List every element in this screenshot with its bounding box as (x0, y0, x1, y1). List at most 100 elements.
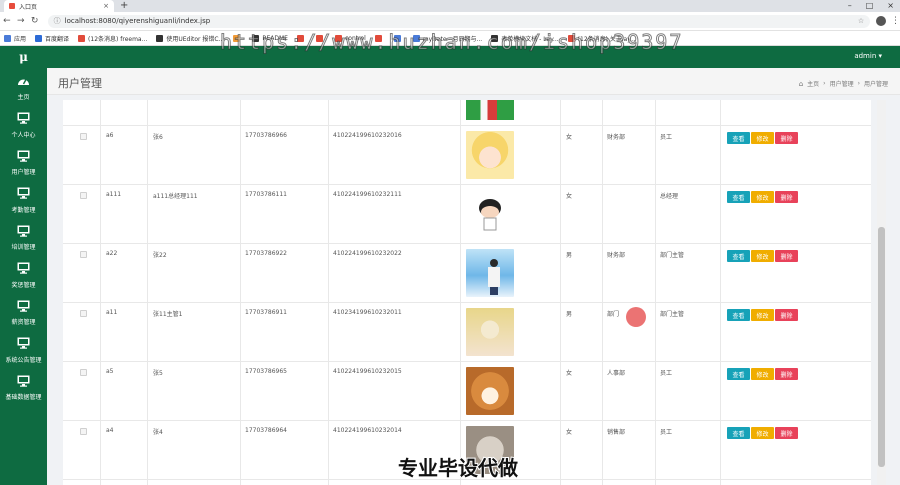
view-button[interactable]: 查看 (727, 309, 750, 321)
edit-button[interactable]: 修改 (751, 191, 774, 203)
url-text: localhost:8080/qiyerenshiguanli/index.js… (64, 17, 211, 25)
column-divider (655, 100, 656, 485)
breadcrumb: ⌂ 主页 › 用户管理 › 用户管理 (798, 79, 888, 89)
view-button[interactable]: 查看 (727, 368, 750, 380)
bookmark-item[interactable]: 应用 (4, 34, 26, 43)
breadcrumb-home[interactable]: 主页 (807, 79, 819, 88)
site-info-icon[interactable]: ⓘ (54, 16, 61, 26)
home-icon: ⌂ (798, 79, 804, 88)
sidebar-item-7[interactable]: 薪资管理 (0, 298, 47, 334)
row-checkbox[interactable] (80, 192, 87, 199)
bookmark-label: 使用UEditor 报错C... (166, 35, 225, 43)
user-photo (466, 308, 514, 356)
delete-button[interactable]: 删除 (775, 132, 798, 144)
content-header (47, 68, 900, 95)
cell-phone: 17703786966 (245, 132, 287, 139)
monitor-icon (16, 111, 31, 126)
sidebar-item-8[interactable]: 系统公告管理 (0, 336, 47, 372)
cell-account: a6 (106, 132, 114, 139)
column-divider (560, 100, 561, 485)
table-row: a5 张5 17703786965 410224199610232015 女 人事部 员工 查… (63, 362, 871, 421)
row-checkbox[interactable] (80, 428, 87, 435)
delete-button[interactable]: 删除 (775, 250, 798, 262)
sidebar-item-2[interactable]: 个人中心 (0, 111, 47, 147)
bookmark-star-icon[interactable]: ☆ (858, 17, 864, 25)
cell-position: 员工 (660, 370, 673, 377)
tab-close-icon[interactable]: × (103, 2, 109, 10)
breadcrumb-section[interactable]: 用户管理 (830, 79, 854, 88)
edit-button[interactable]: 修改 (751, 368, 774, 380)
back-icon[interactable]: ← (0, 16, 14, 26)
new-tab-icon[interactable]: + (120, 0, 128, 12)
admin-menu[interactable]: admin ▾ (854, 52, 882, 60)
edit-button[interactable]: 修改 (751, 427, 774, 439)
breadcrumb-current: 用户管理 (863, 81, 888, 88)
cursor-highlight (626, 307, 646, 327)
row-checkbox[interactable] (80, 369, 87, 376)
bookmark-favicon-icon (4, 34, 11, 42)
row-checkbox[interactable] (80, 251, 87, 258)
watermark-text: https://www.huzhan.com/ishop39397 (219, 30, 684, 55)
table-row-partial (63, 100, 871, 126)
cell-idcard: 410224199610232022 (333, 250, 402, 257)
monitor-icon (16, 223, 31, 238)
edit-button[interactable]: 修改 (751, 250, 774, 262)
column-divider (602, 100, 603, 485)
forward-icon[interactable]: → (14, 16, 28, 26)
bookmark-item[interactable]: (12条消息) freema... (78, 34, 147, 43)
user-photo (466, 249, 514, 297)
url-field[interactable]: ⓘ localhost:8080/qiyerenshiguanli/index.… (47, 14, 871, 28)
delete-button[interactable]: 删除 (775, 427, 798, 439)
view-button[interactable]: 查看 (727, 132, 750, 144)
sidebar-item-label: 系统公告管理 (5, 356, 42, 364)
minimize-icon[interactable]: – (848, 0, 852, 12)
cell-idcard: 410224199610232014 (333, 427, 402, 434)
cell-phone: 17703786922 (245, 250, 287, 257)
row-actions: 查看 修改 删除 (727, 132, 798, 144)
cell-idcard: 410224199610232111 (333, 191, 402, 198)
browser-menu-icon[interactable]: ⋮ (891, 16, 900, 26)
monitor-icon (16, 336, 31, 351)
column-divider (328, 100, 329, 485)
edit-button[interactable]: 修改 (751, 309, 774, 321)
user-photo (466, 367, 514, 415)
delete-button[interactable]: 删除 (775, 191, 798, 203)
profile-avatar-icon[interactable] (876, 16, 887, 26)
bookmark-item[interactable]: 百度翻译 (35, 34, 69, 43)
cell-dept: 财务部 (607, 252, 626, 259)
cell-gender: 女 (566, 134, 573, 141)
row-checkbox[interactable] (80, 133, 87, 140)
reload-icon[interactable]: ↻ (28, 16, 42, 26)
delete-button[interactable]: 删除 (775, 368, 798, 380)
bookmark-item[interactable]: 使用UEditor 报错C... (156, 34, 224, 43)
user-table-panel: a6 张6 17703786966 410224199610232016 女财务部 员工查… (63, 100, 871, 485)
cell-account: a5 (106, 368, 114, 375)
sidebar-item-1[interactable]: 主页 (0, 73, 47, 109)
delete-button[interactable]: 删除 (775, 309, 798, 321)
cell-phone: 17703786111 (245, 191, 287, 198)
cell-gender: 女 (566, 370, 573, 377)
view-button[interactable]: 查看 (727, 250, 750, 262)
cell-idcard: 410224199610232015 (333, 368, 402, 375)
bookmark-favicon-icon (78, 34, 86, 42)
row-checkbox[interactable] (80, 310, 87, 317)
sidebar-item-9[interactable]: 基础数据管理 (0, 373, 47, 409)
bookmark-label: 百度翻译 (45, 35, 70, 43)
cell-gender: 男 (566, 311, 573, 318)
cell-idcard: 410234199610232011 (333, 309, 402, 316)
view-button[interactable]: 查看 (727, 427, 750, 439)
scrollbar-thumb[interactable] (878, 227, 885, 467)
sidebar-item-6[interactable]: 奖惩管理 (0, 261, 47, 297)
window-close-icon[interactable]: × (887, 0, 894, 12)
browser-tab[interactable]: 入口页 × (4, 0, 114, 12)
cell-dept: 部门 (607, 311, 620, 318)
user-photo (466, 131, 514, 179)
edit-button[interactable]: 修改 (751, 132, 774, 144)
sidebar-item-4[interactable]: 考勤管理 (0, 186, 47, 222)
cell-name: 张6 (153, 134, 163, 141)
view-button[interactable]: 查看 (727, 191, 750, 203)
sidebar-item-3[interactable]: 用户管理 (0, 148, 47, 184)
maximize-icon[interactable]: □ (866, 0, 874, 12)
sidebar-item-5[interactable]: 培训管理 (0, 223, 47, 259)
bookmark-favicon-icon (35, 34, 43, 42)
